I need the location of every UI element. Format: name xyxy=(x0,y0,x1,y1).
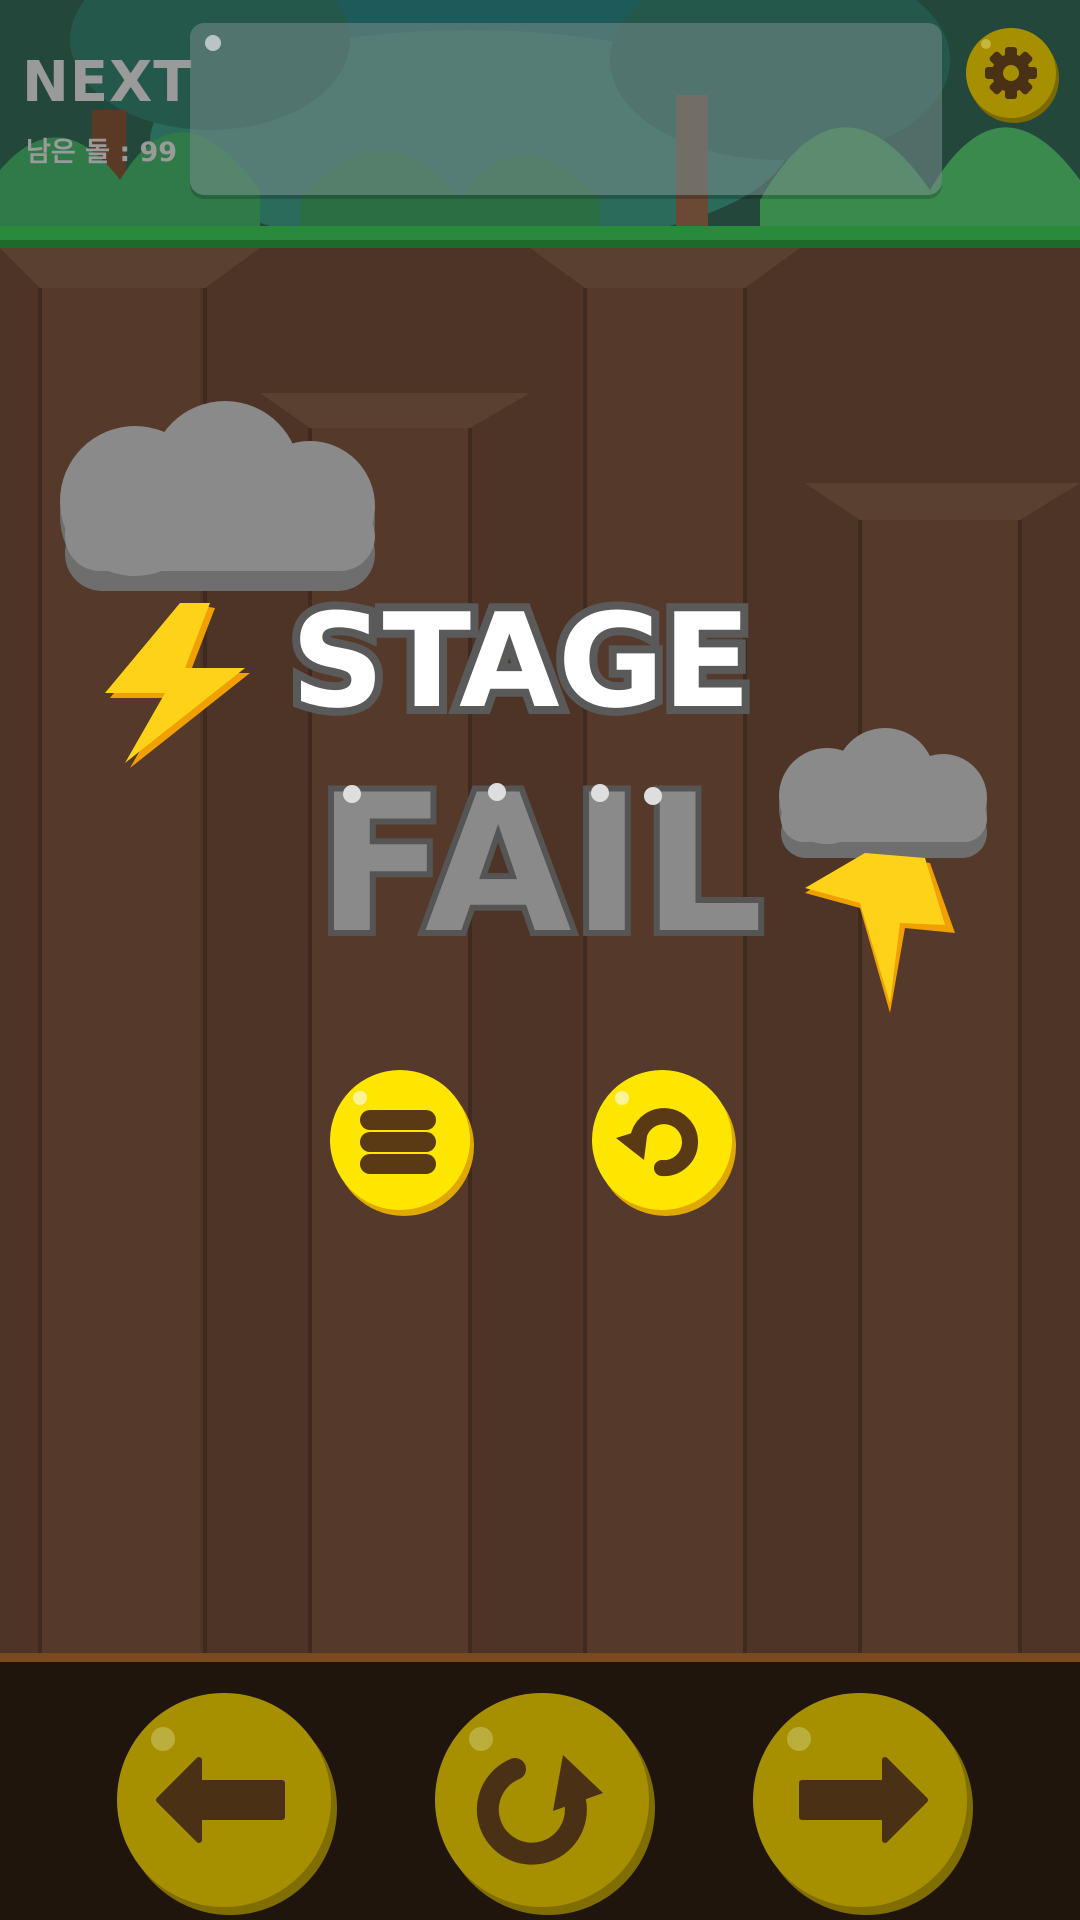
storm-cloud-small-icon xyxy=(779,728,987,858)
lightning-icon xyxy=(105,603,250,768)
arrow-left-icon xyxy=(156,1757,285,1843)
gear-icon xyxy=(981,39,1037,99)
next-piece-panel xyxy=(190,23,942,195)
rotate-icon xyxy=(476,1755,603,1865)
settings-button[interactable] xyxy=(966,28,1056,118)
lightning-icon-right xyxy=(805,853,955,1013)
stage-title-text: STAGE xyxy=(291,588,749,728)
menu-button[interactable] xyxy=(328,1068,478,1218)
remaining-stones-label: 남은 돌 : 99 xyxy=(26,137,178,168)
move-right-button[interactable] xyxy=(753,1693,967,1907)
rotate-button[interactable] xyxy=(435,1693,649,1907)
fail-title-text: FAIL xyxy=(317,758,764,958)
menu-icon xyxy=(360,1110,436,1174)
top-bar: NEXT 남은 돌 : 99 xyxy=(0,0,1080,250)
arrow-right-icon xyxy=(799,1757,928,1843)
move-left-button[interactable] xyxy=(117,1693,331,1907)
storm-cloud-icon xyxy=(60,401,375,591)
control-bar xyxy=(0,1653,1080,1920)
retry-button[interactable] xyxy=(590,1068,740,1218)
fail-title: FAIL xyxy=(311,758,770,958)
panel-shine xyxy=(205,35,221,51)
stage-title: STAGE xyxy=(283,588,759,728)
game-board: STAGE FAIL xyxy=(0,248,1080,1653)
next-label: NEXT xyxy=(22,50,193,115)
